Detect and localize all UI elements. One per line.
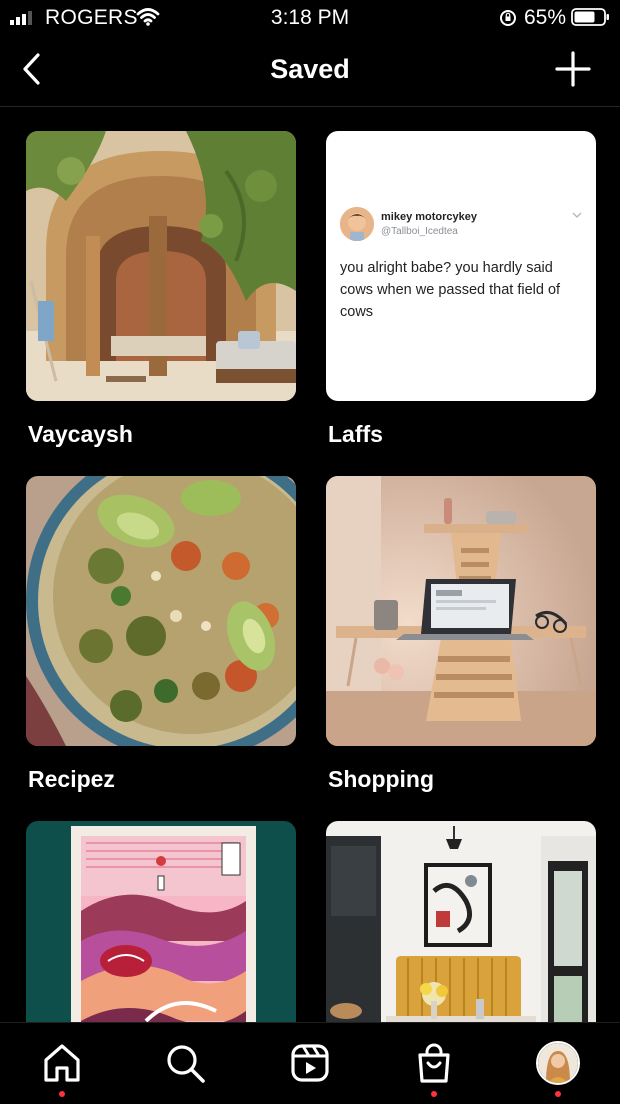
profile-notification-dot <box>555 1091 561 1097</box>
top-navigation-bar: Saved <box>0 36 620 107</box>
battery-icon <box>571 8 609 26</box>
arched-villa-photo <box>26 131 296 401</box>
battery-percent: 65% <box>524 6 567 29</box>
collection-name: Laffs <box>328 421 383 447</box>
tweet-author-handle: @Tallboi_Icedtea <box>381 226 458 237</box>
tweet-text: you alright babe? you hardly said cows w… <box>340 260 561 320</box>
shop-notification-dot <box>431 1091 437 1097</box>
orientation-lock-icon <box>500 10 516 26</box>
collection-thumbnail <box>26 476 296 746</box>
collection-card-vaycaysh[interactable]: Vaycaysh <box>26 131 296 447</box>
collection-card-laffs[interactable]: mikey motorcykey @Tallboi_Icedtea you al… <box>326 131 596 447</box>
collection-name: Recipez <box>28 766 115 792</box>
reels-icon[interactable] <box>288 1041 332 1085</box>
tweet-author-name: mikey motorcykey <box>381 211 477 223</box>
collection-thumbnail <box>326 476 596 746</box>
shop-bag-icon[interactable] <box>412 1041 456 1085</box>
collection-name: Shopping <box>328 766 435 792</box>
tweet-screenshot: mikey motorcykey @Tallboi_Icedtea you al… <box>326 131 596 401</box>
chevron-down-icon <box>572 212 582 218</box>
search-icon[interactable] <box>163 1041 207 1085</box>
home-icon[interactable] <box>40 1041 84 1085</box>
status-bar: ROGERS 3:18 PM 65% <box>0 0 620 36</box>
home-notification-dot <box>59 1091 65 1097</box>
profile-avatar[interactable] <box>536 1041 580 1085</box>
food-bowl-photo <box>26 476 296 746</box>
bottom-navigation-bar <box>0 1022 620 1104</box>
laptop-desk-photo <box>326 476 596 746</box>
collection-thumbnail <box>26 131 296 401</box>
collection-thumbnail: mikey motorcykey @Tallboi_Icedtea you al… <box>326 131 596 401</box>
add-collection-plus-icon[interactable] <box>554 50 592 88</box>
page-title: Saved <box>270 54 350 84</box>
collection-card-shopping[interactable]: Shopping <box>326 476 596 792</box>
collection-card-recipez[interactable]: Recipez <box>26 476 296 792</box>
collection-name: Vaycaysh <box>28 421 133 447</box>
tweet-author-avatar <box>340 207 374 241</box>
